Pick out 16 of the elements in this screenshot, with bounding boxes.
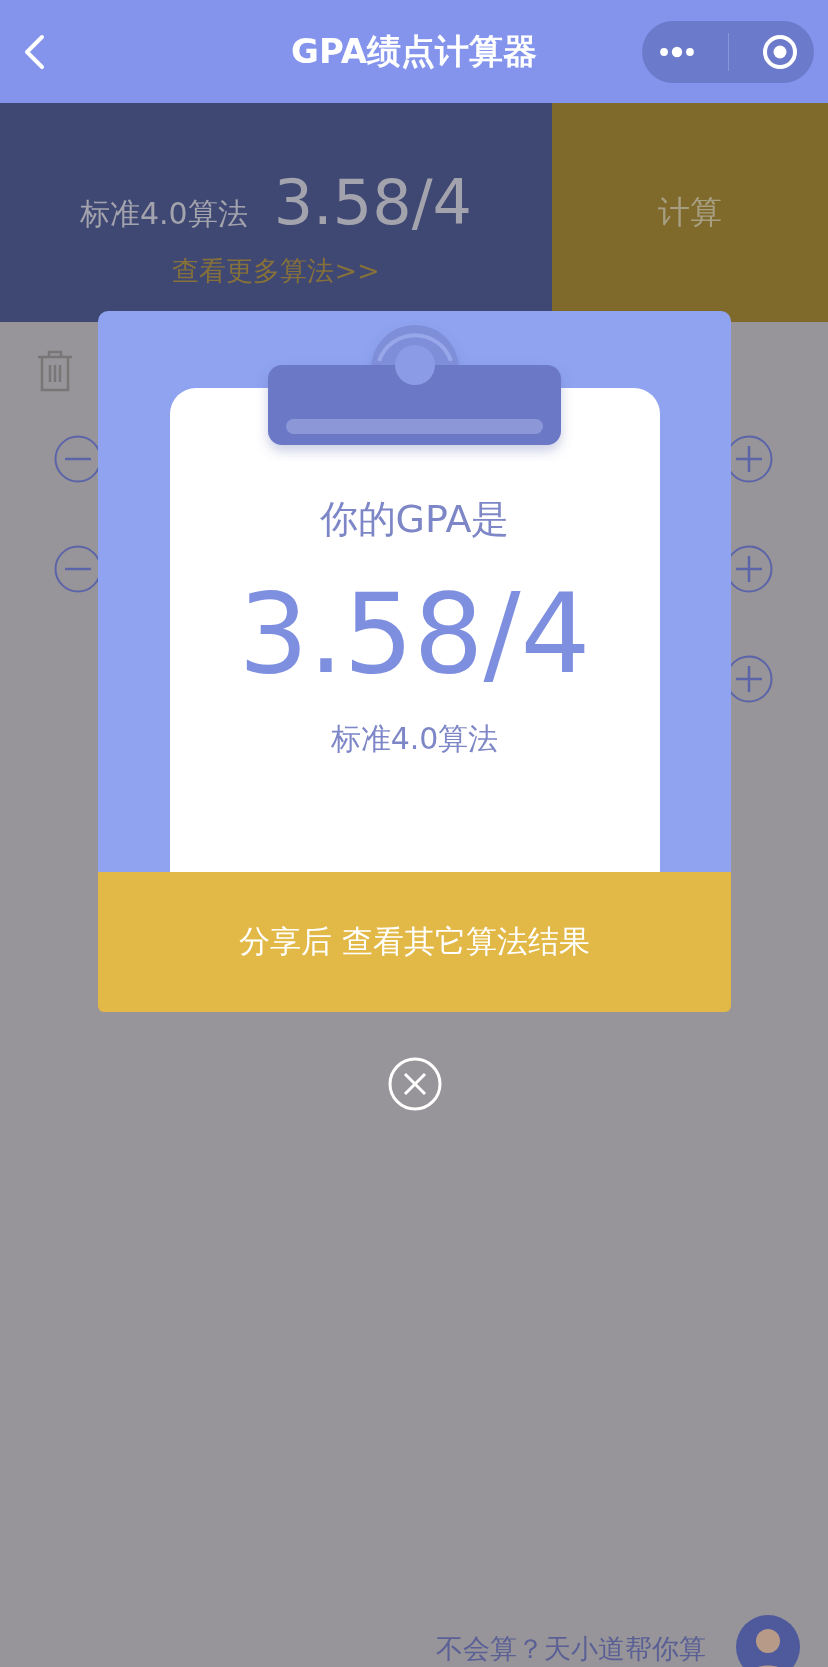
back-icon[interactable] <box>22 33 46 70</box>
help-link[interactable]: 不会算？天小道帮你算 <box>436 1631 706 1667</box>
share-button[interactable]: 分享后 查看其它算法结果 <box>98 872 731 1012</box>
window-title: GPA绩点计算器 <box>291 29 537 73</box>
avatar-icon[interactable] <box>736 1615 800 1667</box>
result-heading: 你的GPA是 <box>319 496 510 543</box>
result-score: 3.58/4 <box>238 579 591 689</box>
method-label: 标准4.0算法 <box>79 195 248 233</box>
more-icon[interactable] <box>658 45 697 58</box>
calculate-button[interactable]: 计算 <box>552 103 828 322</box>
trash-icon[interactable] <box>36 349 74 393</box>
close-target-icon[interactable] <box>761 33 798 70</box>
result-method: 标准4.0算法 <box>330 720 499 758</box>
close-icon[interactable] <box>387 1057 442 1111</box>
more-methods-link[interactable]: 查看更多算法>> <box>172 253 380 289</box>
gpa-score: 3.58/4 <box>273 166 473 239</box>
